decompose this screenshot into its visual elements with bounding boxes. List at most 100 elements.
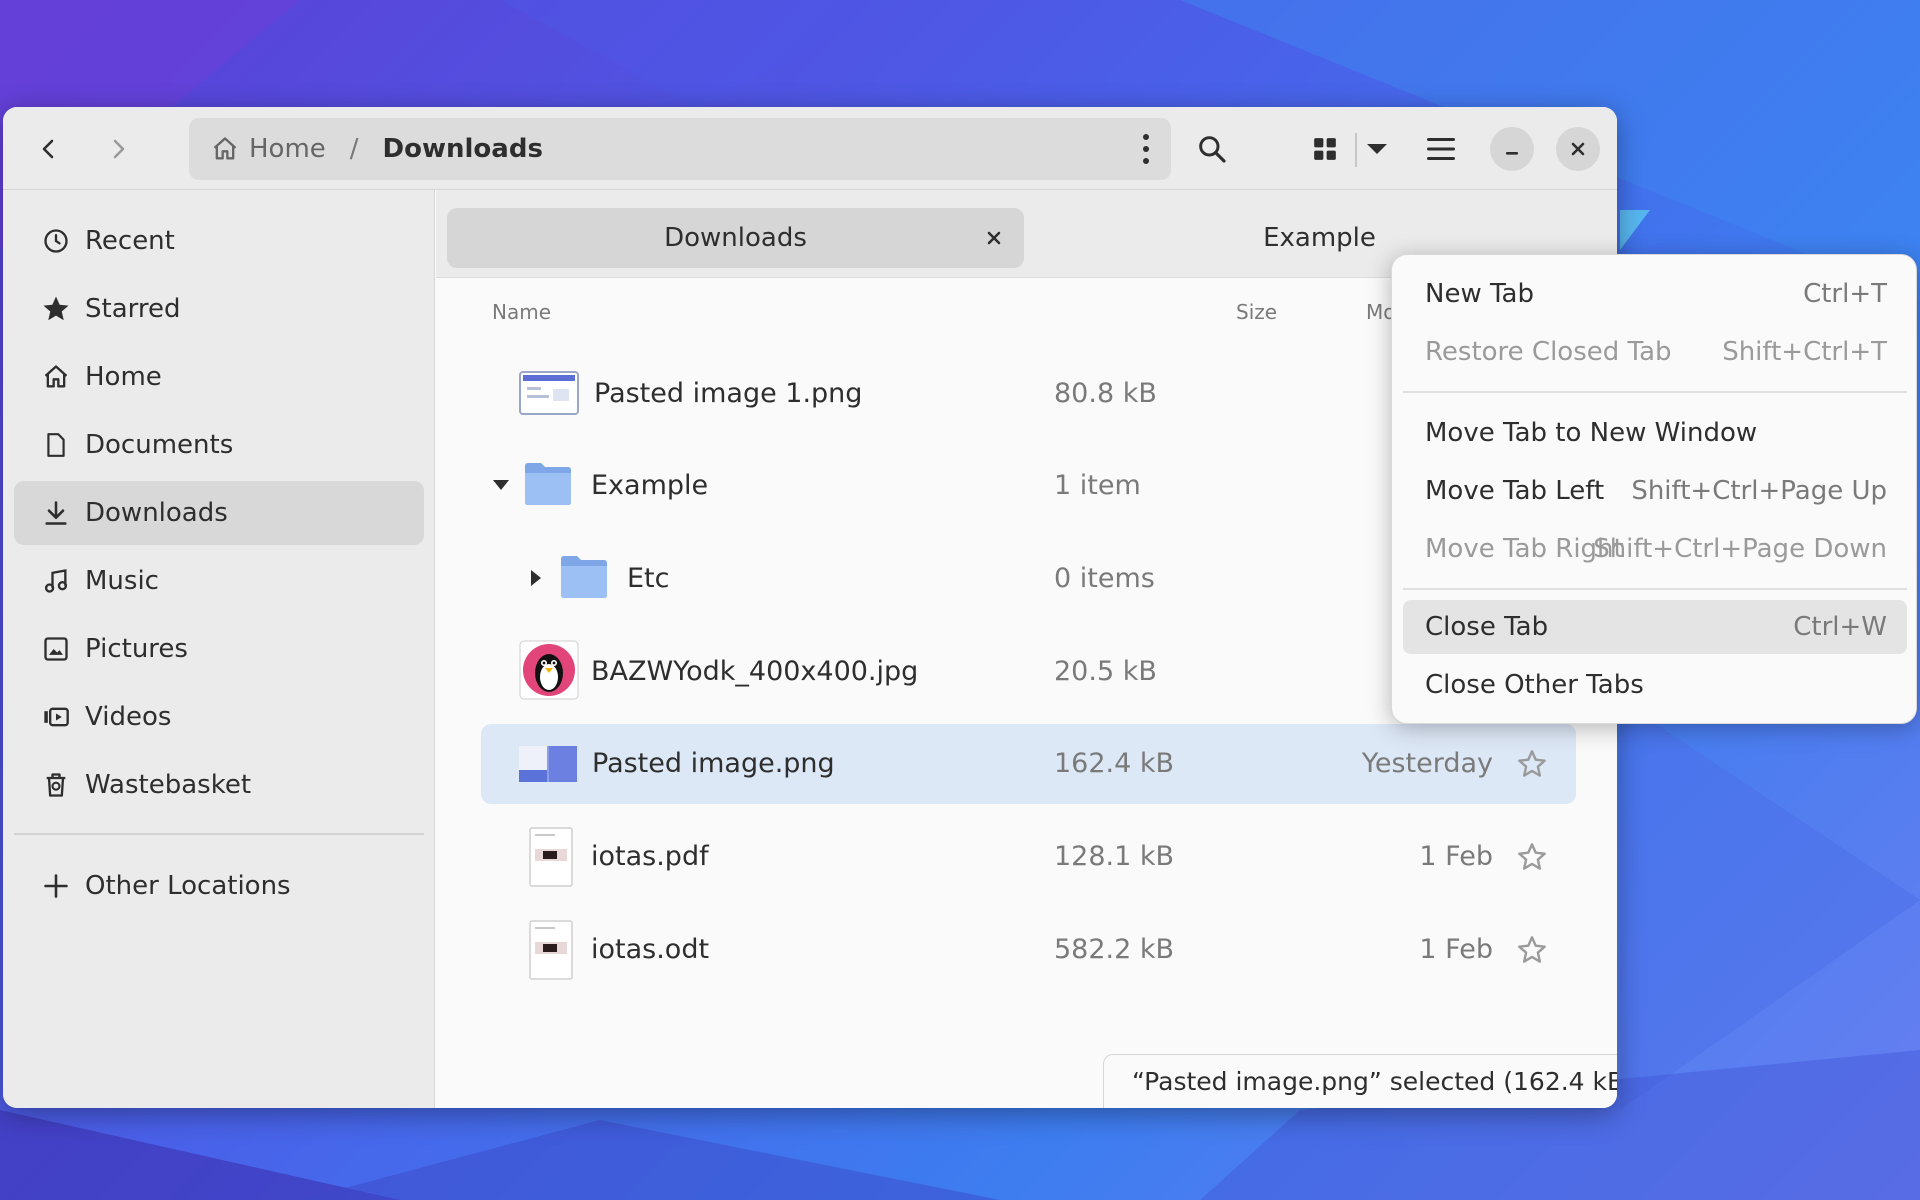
expander-expanded-icon[interactable] [491,475,511,495]
file-name: Pasted image 1.png [594,378,863,409]
document-thumbnail-icon [529,920,573,980]
menu-item-move-tab-left[interactable]: Move Tab Left Shift+Ctrl+Page Up [1403,464,1907,518]
tab-close-button[interactable] [980,224,1008,252]
sidebar-item-pictures[interactable]: Pictures [14,617,424,681]
file-row[interactable]: iotas.odt 582.2 kB 1 Feb [481,910,1576,990]
vertical-dots-icon [1143,134,1149,164]
menu-item-label: Close Other Tabs [1425,670,1644,700]
file-name: iotas.odt [591,934,710,965]
menu-item-label: Restore Closed Tab [1425,337,1672,367]
sidebar-item-other-locations[interactable]: Other Locations [14,854,424,918]
sidebar-item-home[interactable]: Home [14,345,424,409]
file-size: 80.8 kB [1054,378,1157,409]
sidebar-item-documents[interactable]: Documents [14,413,424,477]
sidebar-item-label: Starred [85,294,181,324]
sidebar-item-music[interactable]: Music [14,549,424,613]
file-row[interactable]: iotas.pdf 128.1 kB 1 Feb [481,817,1576,897]
menu-item-move-tab-right[interactable]: Move Tab Right Shift+Ctrl+Page Down [1403,522,1907,576]
menu-item-close-other-tabs[interactable]: Close Other Tabs [1403,658,1907,712]
file-name: Example [591,470,709,501]
file-size: 20.5 kB [1054,656,1157,687]
file-name: iotas.pdf [591,841,709,872]
header-bar: Home / Downloads [3,107,1617,190]
star-outline-icon[interactable] [1516,934,1548,966]
path-menu-button[interactable] [1139,132,1153,173]
sidebar-item-label: Recent [85,226,175,256]
file-size: 582.2 kB [1054,934,1175,965]
breadcrumb-home-label: Home [249,134,326,164]
star-outline-icon[interactable] [1516,841,1548,873]
forward-button[interactable] [92,123,144,175]
file-name: BAZWYodk_400x400.jpg [591,656,919,687]
sidebar-item-label: Pictures [85,634,188,664]
file-modified: 1 Feb [1419,934,1493,965]
download-icon [41,498,71,528]
minimize-button[interactable] [1490,127,1534,171]
main-menu-button[interactable] [1415,123,1467,175]
menu-item-new-tab[interactable]: New Tab Ctrl+T [1403,267,1907,321]
trash-icon [41,770,71,800]
picture-icon [41,634,71,664]
clock-icon [41,226,71,256]
close-icon [987,231,1001,245]
expander-collapsed-icon[interactable] [526,568,546,588]
tab-context-menu: New Tab Ctrl+T Restore Closed Tab Shift+… [1391,254,1917,724]
sidebar-item-downloads[interactable]: Downloads [14,481,424,545]
menu-item-label: Move Tab Left [1425,476,1605,506]
file-modified: 1 Feb [1419,841,1493,872]
hamburger-menu-icon [1427,138,1455,160]
menu-item-restore-closed-tab[interactable]: Restore Closed Tab Shift+Ctrl+T [1403,325,1907,379]
sidebar-separator [14,833,424,835]
close-icon [1571,142,1585,156]
star-icon [41,294,71,324]
plus-icon [41,871,71,901]
menu-item-label: Close Tab [1425,612,1549,642]
menu-item-shortcut: Ctrl+T [1803,279,1887,309]
tab-label: Example [1263,223,1376,253]
selection-status: “Pasted image.png” selected (162.4 kB) [1103,1054,1617,1108]
document-thumbnail-icon [529,827,573,887]
tab-label: Downloads [664,223,807,253]
file-name: Etc [627,563,670,594]
chevron-down-icon [1367,144,1387,154]
file-manager-window: Home / Downloads Recent Starred Home Doc… [3,107,1617,1108]
path-bar[interactable]: Home / Downloads [189,118,1171,180]
document-icon [41,430,71,460]
tab-downloads[interactable]: Downloads [447,208,1024,268]
sidebar-item-wastebasket[interactable]: Wastebasket [14,753,424,817]
breadcrumb-current[interactable]: Downloads [383,134,543,164]
sidebar-item-starred[interactable]: Starred [14,277,424,341]
folder-icon [561,556,607,598]
grid-view-button[interactable] [1301,123,1349,175]
file-modified: Yesterday [1361,748,1493,779]
menu-separator [1403,391,1907,393]
sidebar-item-videos[interactable]: Videos [14,685,424,749]
grid-icon [1314,138,1336,160]
file-size: 162.4 kB [1054,748,1175,779]
star-outline-icon[interactable] [1516,748,1548,780]
sidebar-item-label: Other Locations [85,871,291,901]
menu-item-shortcut: Shift+Ctrl+T [1722,337,1887,367]
menu-item-move-tab-new-window[interactable]: Move Tab to New Window [1403,406,1907,460]
file-size: 0 items [1054,563,1155,594]
music-note-icon [41,566,71,596]
sidebar-item-label: Downloads [85,498,228,528]
column-header-size[interactable]: Size [1236,300,1277,324]
sidebar-item-recent[interactable]: Recent [14,209,424,273]
folder-icon [525,463,571,505]
menu-item-shortcut: Shift+Ctrl+Page Down [1593,534,1887,564]
column-header-name[interactable]: Name [492,300,551,324]
menu-item-close-tab[interactable]: Close Tab Ctrl+W [1403,600,1907,654]
video-icon [41,702,71,732]
search-button[interactable] [1186,123,1238,175]
close-window-button[interactable] [1556,127,1600,171]
view-options-button[interactable] [1353,123,1401,175]
penguin-avatar-thumbnail-icon [519,640,579,700]
home-icon [41,362,71,392]
menu-item-label: New Tab [1425,279,1534,309]
minimize-icon [1506,152,1518,155]
sidebar: Recent Starred Home Documents Downloads … [3,190,435,1108]
back-button[interactable] [23,123,75,175]
file-row-selected[interactable]: Pasted image.png 162.4 kB Yesterday [481,724,1576,804]
breadcrumb-home[interactable]: Home [211,134,326,164]
